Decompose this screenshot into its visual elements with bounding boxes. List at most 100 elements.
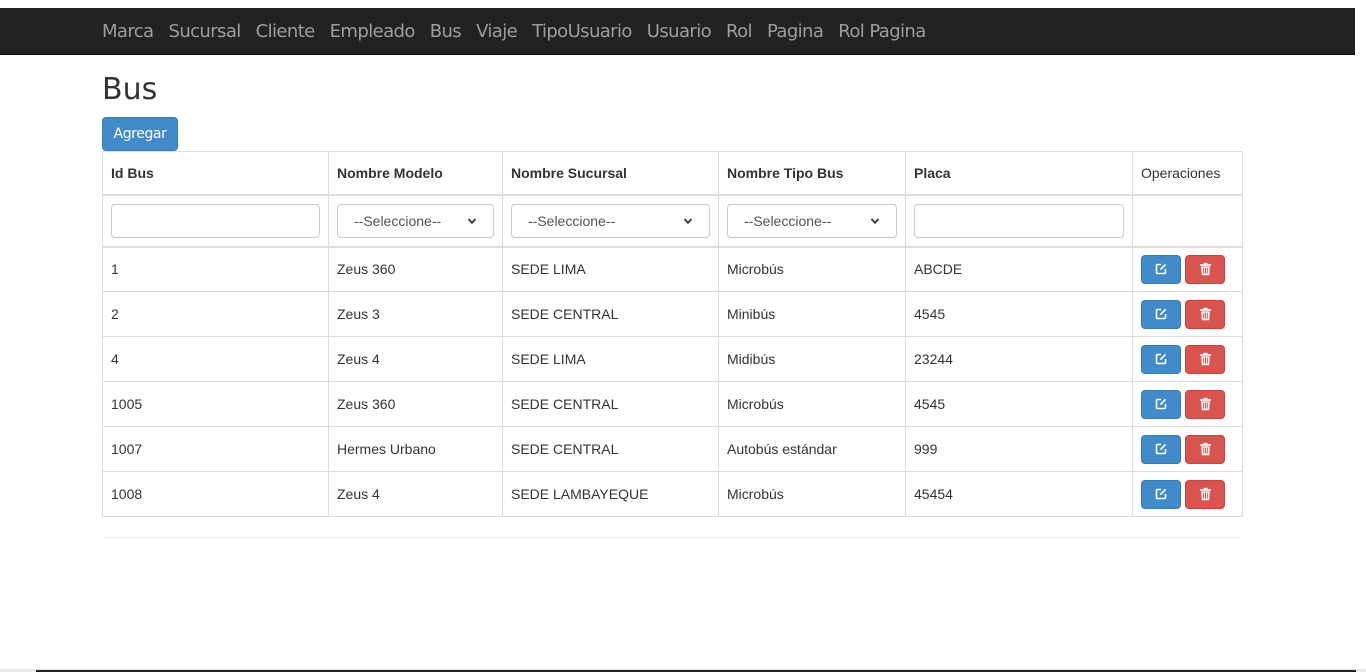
header-nombre-tipo-bus: Nombre Tipo Bus [718, 151, 906, 196]
cell-nombre-modelo: Hermes Urbano [328, 426, 503, 472]
cell-placa: 999 [905, 426, 1133, 472]
cell-nombre-tipo-bus: Midibús [718, 336, 906, 382]
cell-operaciones [1132, 426, 1243, 472]
cell-nombre-sucursal: SEDE LIMA [502, 336, 719, 382]
table-row: 1008 Zeus 4 SEDE LAMBAYEQUE Microbús 454… [102, 471, 1243, 517]
filter-id-input[interactable] [111, 203, 320, 238]
cell-nombre-modelo: Zeus 3 [328, 291, 503, 337]
add-button[interactable]: Agregar [102, 117, 178, 151]
table-row: 4 Zeus 4 SEDE LIMA Midibús 23244 [102, 336, 1243, 382]
header-nombre-modelo: Nombre Modelo [328, 151, 503, 196]
cell-operaciones [1132, 246, 1243, 292]
edit-icon [1155, 308, 1167, 320]
cell-nombre-tipo-bus: Minibús [718, 291, 906, 337]
cell-id-bus: 2 [102, 291, 329, 337]
filter-sucursal-selected: --Seleccione-- [528, 212, 616, 229]
filter-cell-sucursal: --Seleccione-- [502, 194, 719, 248]
cell-nombre-sucursal: SEDE CENTRAL [502, 291, 719, 337]
cell-id-bus: 1008 [102, 471, 329, 517]
nav-item-rol[interactable]: Rol [726, 21, 753, 42]
edit-button[interactable] [1141, 299, 1181, 329]
nav-item-empleado[interactable]: Empleado [330, 21, 416, 42]
edit-button[interactable] [1141, 344, 1181, 374]
edit-icon [1155, 443, 1167, 455]
edit-button[interactable] [1141, 434, 1181, 464]
trash-icon [1199, 263, 1211, 276]
filter-cell-empty [1132, 194, 1243, 248]
table-row: 1 Zeus 360 SEDE LIMA Microbús ABCDE [102, 246, 1243, 292]
delete-button[interactable] [1185, 479, 1225, 509]
nav-item-rol-pagina[interactable]: Rol Pagina [838, 21, 926, 42]
cell-operaciones [1132, 336, 1243, 382]
cell-nombre-tipo-bus: Microbús [718, 471, 906, 517]
cell-placa: 23244 [905, 336, 1133, 382]
delete-button[interactable] [1185, 434, 1225, 464]
footer-divider [102, 537, 1242, 538]
delete-button[interactable] [1185, 254, 1225, 284]
delete-button[interactable] [1185, 389, 1225, 419]
chevron-down-icon [467, 217, 477, 224]
cell-placa: 4545 [905, 381, 1133, 427]
cell-operaciones [1132, 471, 1243, 517]
cell-nombre-tipo-bus: Microbús [718, 381, 906, 427]
table-row: 1007 Hermes Urbano SEDE CENTRAL Autobús … [102, 426, 1243, 472]
header-placa: Placa [905, 151, 1133, 196]
cell-id-bus: 1 [102, 246, 329, 292]
cell-operaciones [1132, 291, 1243, 337]
filter-row: --Seleccione-- --Seleccione-- --Seleccio… [102, 194, 1243, 248]
nav-menu: Marca Sucursal Cliente Empleado Bus Viaj… [102, 8, 941, 54]
bus-table: Id Bus Nombre Modelo Nombre Sucursal Nom… [102, 151, 1243, 517]
nav-item-tipousuario[interactable]: TipoUsuario [532, 21, 632, 42]
cell-nombre-modelo: Zeus 4 [328, 471, 503, 517]
trash-icon [1199, 487, 1211, 501]
navbar: Marca Sucursal Cliente Empleado Bus Viaj… [0, 8, 1355, 55]
cell-nombre-sucursal: SEDE CENTRAL [502, 381, 719, 427]
delete-button[interactable] [1185, 344, 1225, 374]
filter-sucursal-select[interactable]: --Seleccione-- [511, 203, 710, 238]
trash-icon [1199, 307, 1211, 321]
filter-modelo-selected: --Seleccione-- [354, 212, 442, 229]
trash-icon [1199, 397, 1211, 411]
trash-icon [1199, 442, 1211, 456]
filter-cell-id [102, 194, 329, 248]
nav-item-cliente[interactable]: Cliente [256, 21, 316, 42]
edit-icon [1155, 353, 1167, 365]
filter-tipo-selected: --Seleccione-- [744, 212, 832, 229]
chevron-down-icon [683, 217, 693, 224]
top-strip [0, 0, 1366, 8]
filter-cell-placa [905, 194, 1133, 248]
nav-item-viaje[interactable]: Viaje [476, 21, 518, 42]
cell-operaciones [1132, 381, 1243, 427]
filter-modelo-select[interactable]: --Seleccione-- [337, 203, 494, 238]
edit-button[interactable] [1141, 479, 1181, 509]
table-row: 1005 Zeus 360 SEDE CENTRAL Microbús 4545 [102, 381, 1243, 427]
filter-tipo-select[interactable]: --Seleccione-- [727, 203, 897, 238]
cell-placa: 4545 [905, 291, 1133, 337]
edit-button[interactable] [1141, 254, 1181, 284]
trash-icon [1199, 352, 1211, 366]
nav-item-bus[interactable]: Bus [430, 21, 462, 42]
cell-nombre-sucursal: SEDE CENTRAL [502, 426, 719, 472]
nav-item-usuario[interactable]: Usuario [647, 21, 712, 42]
cell-id-bus: 1007 [102, 426, 329, 472]
cell-id-bus: 1005 [102, 381, 329, 427]
header-nombre-sucursal: Nombre Sucursal [502, 151, 719, 196]
nav-item-sucursal[interactable]: Sucursal [169, 21, 242, 42]
nav-item-pagina[interactable]: Pagina [767, 21, 824, 42]
header-id-bus: Id Bus [102, 151, 329, 196]
table-header-row: Id Bus Nombre Modelo Nombre Sucursal Nom… [102, 151, 1243, 196]
nav-item-marca[interactable]: Marca [102, 21, 154, 42]
cell-nombre-modelo: Zeus 360 [328, 246, 503, 292]
cell-placa: ABCDE [905, 246, 1133, 292]
header-operaciones: Operaciones [1132, 151, 1243, 196]
delete-button[interactable] [1185, 299, 1225, 329]
filter-cell-modelo: --Seleccione-- [328, 194, 503, 248]
cell-placa: 45454 [905, 471, 1133, 517]
cell-nombre-sucursal: SEDE LIMA [502, 246, 719, 292]
edit-icon [1155, 263, 1167, 275]
cell-id-bus: 4 [102, 336, 329, 382]
cell-nombre-modelo: Zeus 360 [328, 381, 503, 427]
edit-button[interactable] [1141, 389, 1181, 419]
cell-nombre-modelo: Zeus 4 [328, 336, 503, 382]
filter-placa-input[interactable] [914, 203, 1124, 238]
